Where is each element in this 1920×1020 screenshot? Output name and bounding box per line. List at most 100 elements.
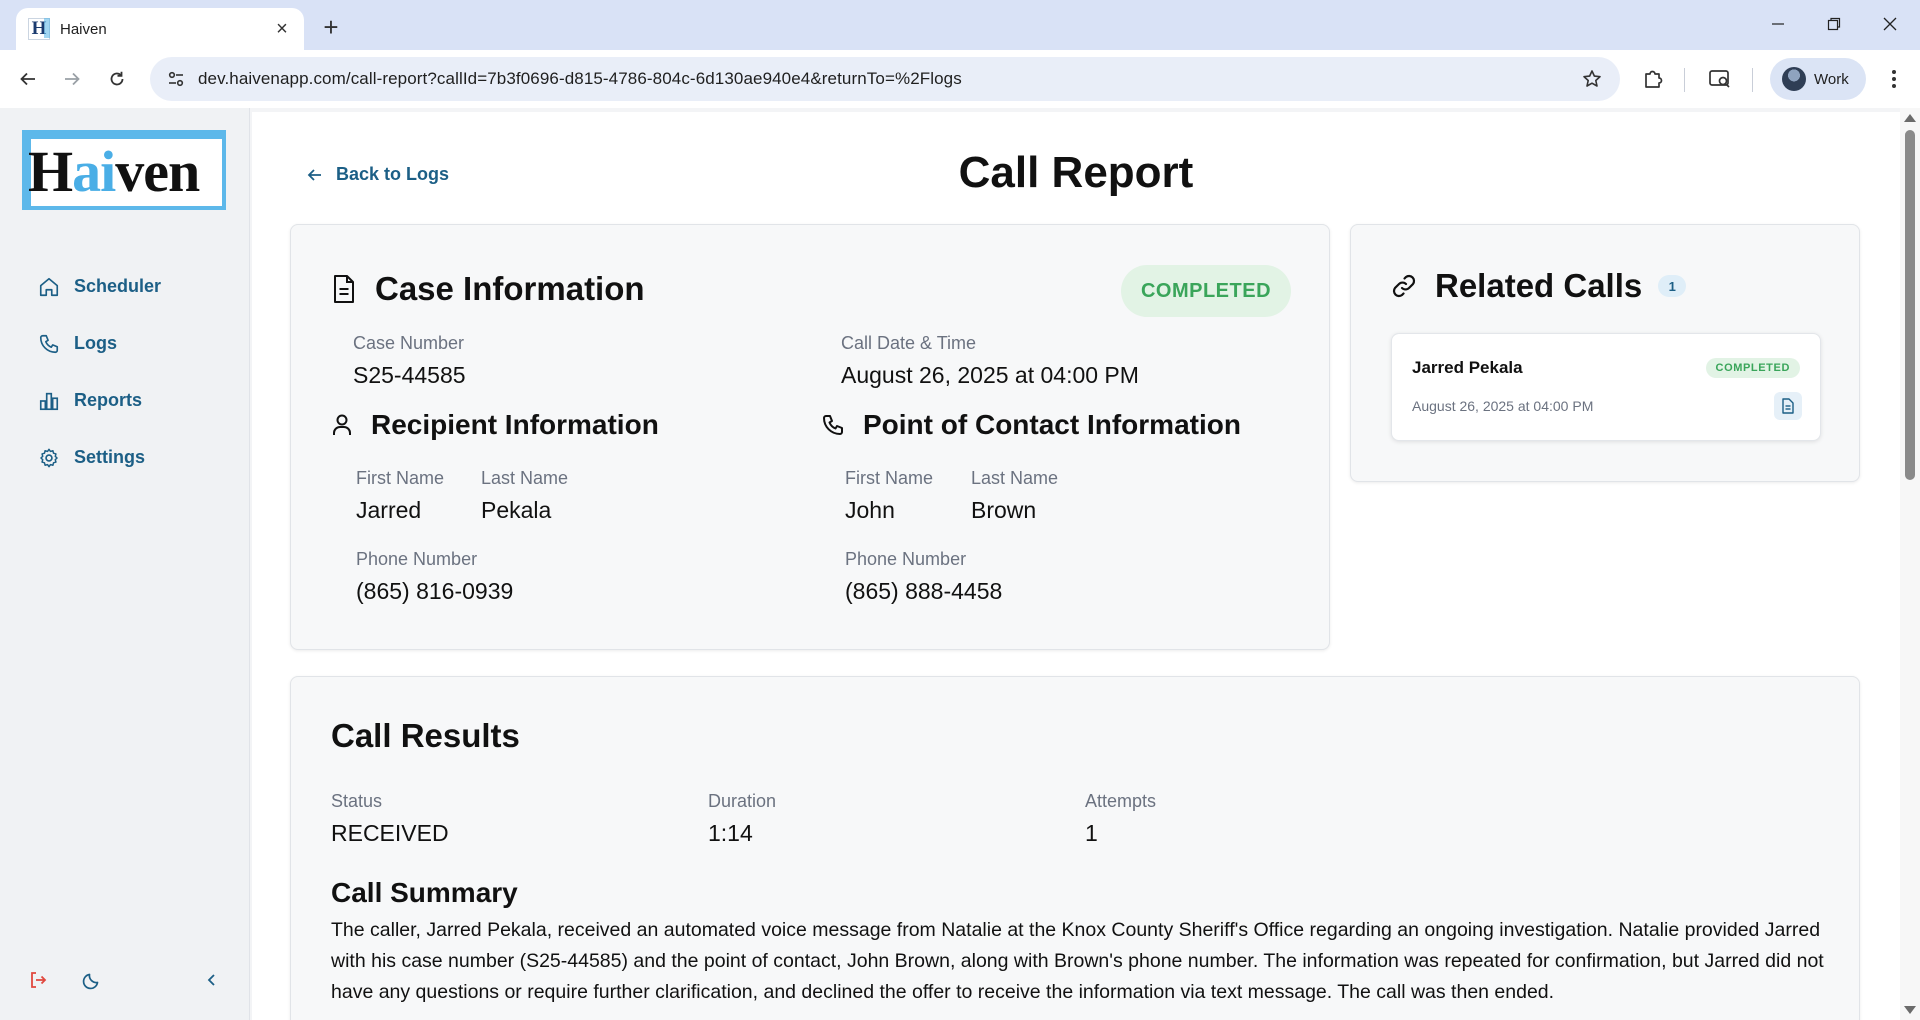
sidebar-item-logs[interactable]: Logs [0, 315, 250, 372]
browser-tab[interactable]: H Haiven × [16, 8, 304, 50]
case-information-header: Case Information [331, 270, 645, 308]
toolbar-divider [1752, 68, 1753, 92]
haiven-logo[interactable]: Haiven [22, 130, 226, 210]
result-attempts-value: 1 [1085, 820, 1098, 846]
user-icon [333, 414, 351, 435]
case-number-field: Case Number S25-44585 [353, 333, 466, 389]
browser-tabstrip: H Haiven × + [0, 0, 1920, 50]
home-icon [39, 277, 59, 296]
result-duration-field: Duration 1:14 [708, 791, 776, 847]
recipient-last-name-value: Pekala [481, 497, 552, 523]
back-arrow-icon[interactable] [12, 63, 44, 95]
phone-icon [823, 415, 843, 435]
related-call-datetime: August 26, 2025 at 04:00 PM [1412, 398, 1594, 414]
dark-mode-moon-icon[interactable] [78, 966, 106, 994]
logout-icon[interactable] [24, 966, 52, 994]
haiven-favicon-icon: H [28, 18, 50, 40]
extensions-icon[interactable] [1636, 63, 1670, 95]
browser-toolbar: dev.haivenapp.com/call-report?callId=7b3… [0, 50, 1920, 108]
reload-icon[interactable] [101, 63, 133, 95]
scroll-thumb[interactable] [1905, 130, 1915, 480]
recipient-information-header: Recipient Information [331, 409, 659, 441]
recipient-first-name-field: First Name Jarred [356, 468, 444, 524]
contact-phone-label: Phone Number [845, 549, 967, 569]
status-badge: COMPLETED [1705, 358, 1800, 378]
document-icon [334, 275, 354, 303]
page-scrollbar[interactable] [1900, 108, 1920, 1020]
related-calls-title: Related Calls [1435, 267, 1643, 304]
profile-button[interactable]: Work [1770, 58, 1866, 100]
link-icon [1392, 274, 1416, 298]
call-summary-title: Call Summary [331, 877, 518, 908]
related-calls-card: Related Calls 1 Jarred Pekala COMPLETED … [1350, 224, 1860, 482]
avatar [1782, 67, 1806, 91]
bookmark-star-icon[interactable] [1572, 69, 1612, 89]
contact-last-name-field: Last Name Brown [971, 468, 1058, 524]
result-status-value: RECEIVED [331, 820, 449, 846]
new-tab-button[interactable]: + [316, 12, 346, 42]
contact-first-name-field: First Name John [845, 468, 933, 524]
recipient-information-title: Recipient Information [371, 409, 659, 440]
page-title: Call Report [958, 148, 1194, 197]
case-number-value: S25-44585 [353, 362, 466, 388]
recipient-phone-field: Phone Number (865) 816-0939 [356, 549, 513, 605]
recipient-first-name-label: First Name [356, 468, 445, 488]
result-duration-value: 1:14 [708, 820, 753, 846]
tab-search-icon[interactable] [1703, 63, 1737, 95]
sidebar-item-label: Reports [74, 390, 143, 410]
related-call-name: Jarred Pekala [1412, 358, 1523, 377]
result-duration-label: Duration [708, 791, 777, 811]
url-text: dev.haivenapp.com/call-report?callId=7b3… [198, 69, 962, 88]
case-information-card: Case Information COMPLETED Case Number S… [290, 224, 1330, 650]
minimize-icon[interactable] [1750, 0, 1806, 48]
related-calls-header: Related Calls 1 [1391, 267, 1687, 305]
phone-icon [39, 334, 59, 353]
recipient-last-name-field: Last Name Pekala [481, 468, 568, 524]
call-datetime-label: Call Date & Time [841, 333, 977, 353]
sidebar-item-scheduler[interactable]: Scheduler [0, 258, 250, 315]
result-status-field: Status RECEIVED [331, 791, 449, 847]
address-bar[interactable]: dev.haivenapp.com/call-report?callId=7b3… [150, 57, 1620, 101]
profile-label: Work [1814, 70, 1849, 88]
sidebar-footer [0, 960, 250, 1000]
bar-chart-icon [39, 392, 59, 410]
recipient-first-name-value: Jarred [356, 497, 422, 523]
sidebar-item-reports[interactable]: Reports [0, 372, 250, 429]
forward-arrow-icon[interactable] [56, 63, 88, 95]
call-datetime-value: August 26, 2025 at 04:00 PM [841, 362, 1139, 388]
sidebar-item-label: Settings [74, 447, 146, 467]
contact-last-name-label: Last Name [971, 468, 1059, 488]
contact-information-title: Point of Contact Information [863, 409, 1241, 440]
sidebar: Haiven Scheduler Logs Reports Settings [0, 108, 250, 1020]
contact-last-name-value: Brown [971, 497, 1037, 523]
recipient-phone-value: (865) 816-0939 [356, 578, 514, 604]
status-badge: COMPLETED [1121, 265, 1291, 317]
close-window-icon[interactable] [1862, 0, 1918, 48]
app-root: Haiven Scheduler Logs Reports Settings B… [0, 108, 1920, 1020]
related-calls-count-badge: 1 [1658, 275, 1687, 297]
contact-phone-value: (865) 888-4458 [845, 578, 1003, 604]
scroll-down-arrow-icon[interactable] [1904, 1006, 1916, 1014]
result-attempts-field: Attempts 1 [1085, 791, 1156, 847]
browser-menu-icon[interactable] [1878, 63, 1910, 95]
toolbar-divider [1684, 68, 1685, 92]
collapse-sidebar-chevron-icon[interactable] [198, 966, 226, 994]
related-call-item[interactable]: Jarred Pekala COMPLETED August 26, 2025 … [1391, 333, 1821, 441]
view-report-document-icon[interactable] [1774, 392, 1802, 420]
sidebar-nav: Scheduler Logs Reports Settings [0, 258, 250, 486]
tab-close-icon[interactable]: × [270, 17, 294, 41]
site-settings-icon[interactable] [158, 70, 194, 88]
sidebar-item-settings[interactable]: Settings [0, 429, 250, 486]
result-status-label: Status [331, 791, 383, 811]
call-datetime-field: Call Date & Time August 26, 2025 at 04:0… [841, 333, 1139, 389]
contact-first-name-label: First Name [845, 468, 934, 488]
contact-phone-field: Phone Number (865) 888-4458 [845, 549, 1002, 605]
recipient-last-name-label: Last Name [481, 468, 569, 488]
contact-information-header: Point of Contact Information [821, 409, 1241, 441]
scroll-up-arrow-icon[interactable] [1904, 114, 1916, 122]
case-number-label: Case Number [353, 333, 465, 353]
restore-icon[interactable] [1806, 0, 1862, 48]
call-results-title: Call Results [331, 717, 520, 754]
call-summary-text: The caller, Jarred Pekala, received an a… [331, 919, 1824, 1003]
tab-title: Haiven [60, 20, 107, 38]
